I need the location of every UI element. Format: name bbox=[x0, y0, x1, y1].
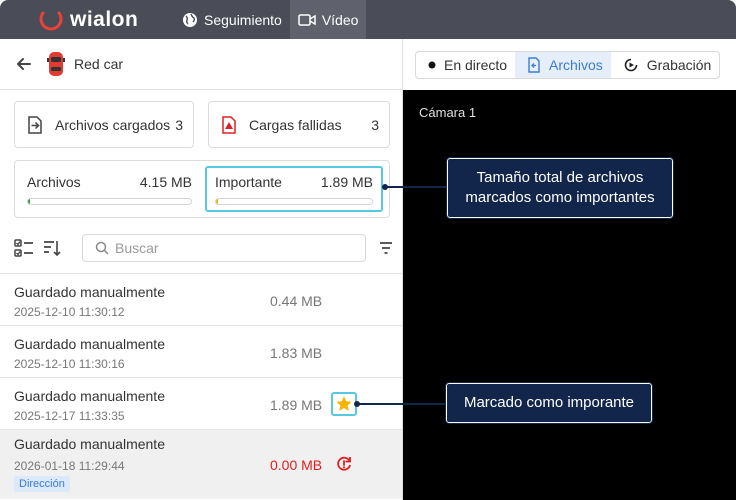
failed-uploads-label: Cargas fallidas bbox=[249, 116, 342, 133]
player-mode-tabs: En directo Archivos Grabación bbox=[415, 50, 721, 79]
file-size: 1.83 MB bbox=[270, 345, 323, 361]
storage-summary: Archivos 4.15 MB Importante 1.89 MB bbox=[14, 160, 390, 218]
file-size: 1.89 MB bbox=[270, 397, 323, 413]
upload-summary: Archivos cargados 3 Cargas fallidas 3 bbox=[14, 101, 390, 148]
wialon-logo-icon bbox=[39, 11, 63, 30]
file-date: 2026-01-18 11:29:44 bbox=[14, 459, 125, 473]
record-icon bbox=[624, 58, 638, 71]
storage-fill bbox=[28, 199, 30, 204]
file-list: Guardado manualmente 2025-12-10 11:30:12… bbox=[0, 273, 402, 499]
failed-uploads-count: 3 bbox=[371, 116, 379, 133]
storage-all-files[interactable]: Archivos 4.15 MB bbox=[19, 166, 200, 212]
video-camera-icon bbox=[298, 13, 316, 26]
camera-label: Cámara 1 bbox=[419, 105, 477, 120]
file-row[interactable]: Guardado manualmente 2026-01-18 11:29:44… bbox=[0, 429, 402, 499]
uploaded-files-label: Archivos cargados bbox=[55, 116, 171, 133]
annotation-important-mark: Marcado como imporante bbox=[445, 382, 653, 424]
red-car-icon bbox=[47, 52, 65, 76]
live-dot-icon bbox=[428, 61, 436, 68]
video-player-panel: En directo Archivos Grabación Cámara 1 bbox=[403, 39, 736, 500]
unit-name: Red car bbox=[74, 56, 124, 72]
storage-label: Archivos bbox=[27, 174, 81, 190]
uploaded-files-count: 3 bbox=[175, 116, 183, 133]
tab-live[interactable]: En directo bbox=[416, 52, 515, 78]
storage-important-files[interactable]: Importante 1.89 MB bbox=[205, 166, 383, 212]
nav-tab-label: Seguimiento bbox=[204, 11, 282, 28]
tab-files[interactable]: Archivos bbox=[515, 51, 611, 78]
search-box[interactable] bbox=[82, 234, 366, 262]
file-upload-icon bbox=[528, 56, 540, 73]
list-toolbar bbox=[14, 233, 394, 263]
nav-tab-video[interactable]: Vídeo bbox=[289, 0, 367, 39]
file-title: Guardado manualmente bbox=[14, 284, 165, 300]
storage-bar bbox=[215, 198, 373, 205]
storage-fill bbox=[216, 199, 218, 204]
file-row[interactable]: Guardado manualmente 2025-12-17 11:33:35… bbox=[0, 377, 402, 429]
filter-icon[interactable] bbox=[378, 240, 394, 256]
annotation-leader bbox=[357, 403, 446, 405]
file-size: 0.00 MB bbox=[270, 457, 323, 473]
annotation-leader bbox=[385, 186, 447, 188]
tab-recording[interactable]: Grabación bbox=[611, 52, 720, 78]
file-title: Guardado manualmente bbox=[14, 336, 165, 352]
retry-upload-icon[interactable] bbox=[335, 455, 353, 473]
file-date: 2025-12-17 11:33:35 bbox=[14, 409, 125, 423]
failed-upload-icon bbox=[222, 115, 236, 134]
globe-icon bbox=[183, 12, 197, 27]
file-date: 2025-12-10 11:30:16 bbox=[14, 357, 125, 371]
failed-uploads-card[interactable]: Cargas fallidas 3 bbox=[208, 101, 390, 148]
file-date: 2025-12-10 11:30:12 bbox=[14, 305, 125, 319]
direction-tag: Dirección bbox=[14, 476, 70, 492]
file-size: 0.44 MB bbox=[270, 293, 323, 309]
wialon-logo[interactable]: wialon bbox=[38, 7, 174, 33]
sort-icon[interactable] bbox=[42, 238, 62, 258]
storage-size: 1.89 MB bbox=[320, 174, 373, 190]
file-row[interactable]: Guardado manualmente 2025-12-10 11:30:12… bbox=[0, 273, 402, 325]
search-icon bbox=[95, 241, 109, 255]
search-input[interactable] bbox=[115, 240, 345, 256]
tab-label: Archivos bbox=[549, 56, 603, 73]
unit-header: Red car bbox=[0, 39, 402, 90]
tab-label: Grabación bbox=[646, 56, 712, 73]
select-all-checklist-icon[interactable] bbox=[14, 238, 34, 258]
file-row[interactable]: Guardado manualmente 2025-12-10 11:30:16… bbox=[0, 325, 402, 377]
file-title: Guardado manualmente bbox=[14, 436, 165, 452]
nav-tab-seguimiento[interactable]: Seguimiento bbox=[174, 0, 290, 39]
tab-label: En directo bbox=[444, 56, 508, 73]
storage-size: 4.15 MB bbox=[139, 174, 192, 190]
storage-bar bbox=[27, 198, 192, 205]
uploaded-files-card[interactable]: Archivos cargados 3 bbox=[14, 101, 194, 148]
player-mode-bar: En directo Archivos Grabación bbox=[403, 39, 736, 90]
back-arrow-icon[interactable] bbox=[14, 54, 34, 74]
annotation-important-size: Tamaño total de archivos marcados como i… bbox=[446, 157, 674, 219]
storage-label: Importante bbox=[215, 174, 282, 190]
files-panel: Red car Archivos cargados 3 Cargas falli… bbox=[0, 39, 403, 500]
nav-tab-label: Vídeo bbox=[321, 11, 359, 28]
logo-text: wialon bbox=[70, 7, 139, 31]
file-upload-icon bbox=[28, 115, 42, 134]
file-title: Guardado manualmente bbox=[14, 388, 165, 404]
top-navigation-bar: wialon Seguimiento Vídeo bbox=[0, 0, 736, 39]
star-icon bbox=[336, 396, 352, 411]
